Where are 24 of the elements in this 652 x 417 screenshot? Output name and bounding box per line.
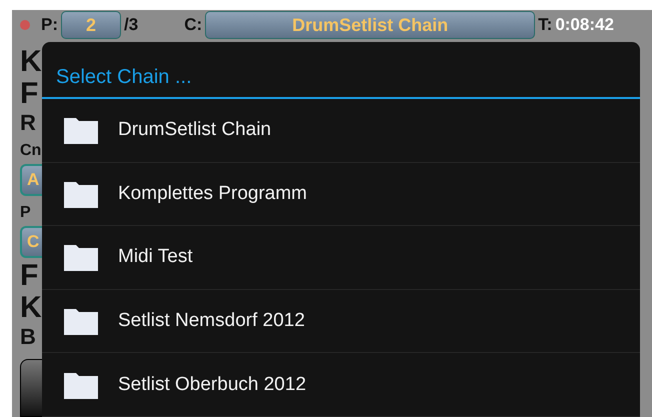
page-total: /3 — [124, 15, 138, 35]
page-label: P: — [41, 15, 58, 35]
chain-label: C: — [184, 15, 202, 35]
chain-item[interactable]: Setlist Nemsdorf 2012 — [42, 290, 640, 354]
folder-icon — [63, 115, 99, 146]
title-letter: K — [20, 292, 43, 324]
artist-letter: B — [20, 324, 37, 350]
status-dot-icon — [20, 20, 30, 30]
label-letters: Cn — [20, 141, 42, 161]
folder-icon — [63, 242, 99, 272]
dialog-title: Select Chain ... — [42, 42, 640, 99]
chain-item[interactable]: Komplettes Programm — [42, 162, 640, 226]
title-letter: F — [20, 78, 40, 110]
artist-letter: R — [20, 110, 37, 136]
title-letter: K — [20, 46, 43, 78]
chain-item[interactable]: DrumSetlist Chain — [42, 99, 640, 163]
chain-item[interactable]: Setlist Oberbuch 2012 — [42, 353, 640, 417]
chain-item[interactable]: Midi Test — [42, 226, 640, 290]
control-button[interactable] — [20, 359, 43, 417]
title-letter: F — [20, 260, 40, 292]
label-letters: P — [20, 203, 32, 223]
time-value: 0:08:42 — [555, 15, 614, 35]
time-label: T: — [538, 15, 552, 35]
folder-icon — [63, 306, 99, 336]
